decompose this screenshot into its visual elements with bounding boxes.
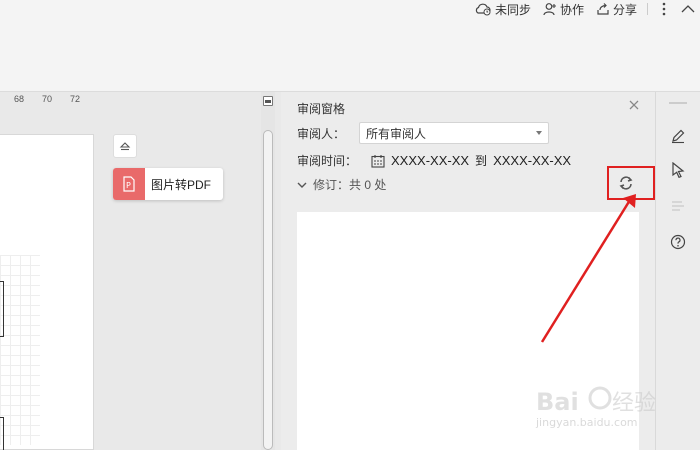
- chevron-down-icon: [536, 131, 543, 135]
- chevron-down-icon: [297, 182, 307, 188]
- date-from: XXXX-XX-XX: [391, 153, 470, 168]
- svg-text:经验: 经验: [612, 391, 656, 416]
- revisions-toggle[interactable]: 修订：共 0 处: [297, 176, 386, 193]
- reviewer-value: 所有审阅人: [366, 126, 427, 141]
- collab-label: 协作: [559, 2, 584, 17]
- divider: [647, 3, 648, 15]
- baidu-watermark: Bai 经验 jingyan.baidu.com: [536, 376, 666, 436]
- document-page[interactable]: [0, 134, 94, 450]
- review-time-row: 审阅时间： XXXX-XX-XX 到 XXXX-XX-XX: [297, 152, 571, 169]
- date-range[interactable]: XXXX-XX-XX 到 XXXX-XX-XX: [371, 152, 571, 169]
- revisions-row: 修订：共 0 处: [297, 176, 386, 193]
- shape-box[interactable]: [0, 417, 4, 450]
- share-button[interactable]: 分享: [590, 0, 643, 18]
- reviewer-label: 审阅人：: [297, 126, 346, 141]
- review-pane-title: 审阅窗格: [297, 102, 346, 116]
- ruler-tick: 72: [70, 94, 81, 104]
- document-canvas: 68 70 72 P 图片转PDF: [0, 92, 262, 450]
- top-toolbar: 未同步 协作 分享: [0, 0, 700, 92]
- format-lines-icon[interactable]: [668, 196, 688, 216]
- watermark-url: jingyan.baidu.com: [536, 416, 638, 429]
- collab-button[interactable]: 协作: [537, 0, 590, 18]
- svg-text:Bai: Bai: [536, 388, 579, 416]
- date-to: XXXX-XX-XX: [493, 153, 572, 168]
- calendar-icon: [371, 154, 385, 168]
- collapse-ribbon-icon[interactable]: [679, 0, 697, 18]
- share-icon: [597, 3, 609, 15]
- svg-text:P: P: [126, 181, 131, 190]
- ruler: 68 70 72: [0, 92, 96, 106]
- pen-icon[interactable]: [668, 126, 688, 146]
- image-to-pdf-button[interactable]: P 图片转PDF: [113, 168, 223, 200]
- sync-button[interactable]: 未同步: [468, 0, 537, 18]
- scroll-top-icon[interactable]: [263, 96, 273, 106]
- revisions-count: 修订：共 0 处: [313, 178, 387, 192]
- help-icon[interactable]: [668, 232, 688, 252]
- review-time-label: 审阅时间：: [297, 154, 358, 168]
- ruler-tick: 68: [14, 94, 25, 104]
- highlight-box: [607, 166, 655, 200]
- eject-icon: [119, 142, 131, 151]
- scroll-thumb[interactable]: [263, 130, 273, 450]
- collab-user-icon: [543, 3, 556, 16]
- close-icon[interactable]: [627, 98, 641, 112]
- cloud-sync-icon: [475, 3, 491, 16]
- vertical-scrollbar[interactable]: [261, 92, 275, 450]
- ruler-tick: 70: [42, 94, 53, 104]
- pdf-icon: P: [113, 168, 145, 200]
- sync-label: 未同步: [494, 2, 531, 17]
- date-to-word: 到: [475, 154, 488, 168]
- reviewer-row: 审阅人： 所有审阅人: [297, 122, 550, 144]
- image-to-pdf-label: 图片转PDF: [151, 177, 212, 192]
- shape-box[interactable]: [0, 281, 4, 337]
- more-menu-icon[interactable]: [655, 0, 673, 18]
- cursor-select-icon[interactable]: [668, 160, 688, 180]
- share-label: 分享: [612, 2, 637, 17]
- top-actions: 未同步 协作 分享: [468, 0, 700, 18]
- collapse-panel-button[interactable]: [113, 134, 137, 158]
- grid-area: [0, 255, 40, 445]
- reviewer-select[interactable]: 所有审阅人: [359, 122, 550, 144]
- drag-handle[interactable]: [669, 102, 687, 104]
